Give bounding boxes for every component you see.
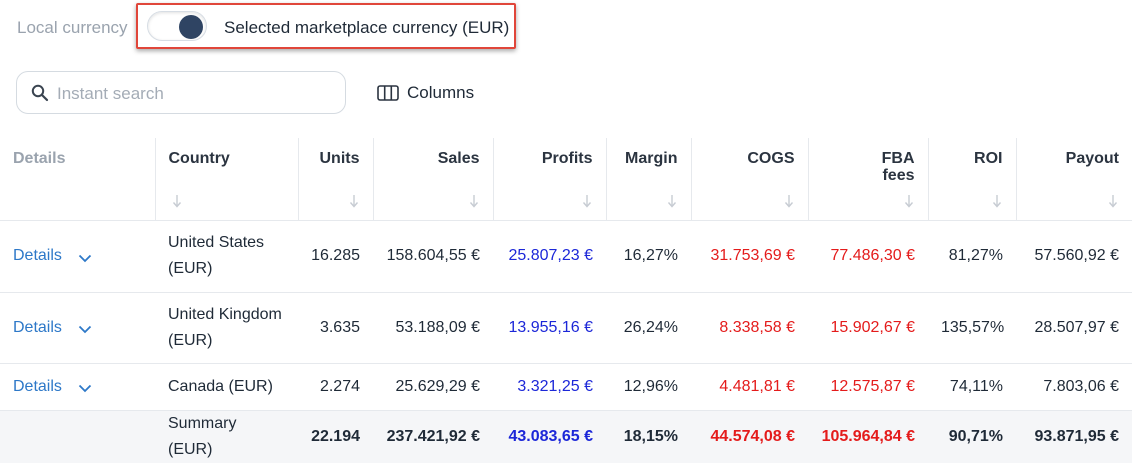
- sort-arrow-icon[interactable]: [469, 194, 479, 208]
- sort-arrow-icon[interactable]: [1108, 194, 1118, 208]
- sort-arrow-icon[interactable]: [582, 194, 592, 208]
- sort-arrow-icon[interactable]: [172, 194, 182, 208]
- margin-cell: 26,24%: [606, 292, 691, 364]
- header-country-label: Country: [168, 150, 230, 167]
- profits-cell: 3.321,25 €: [493, 363, 606, 411]
- sort-arrow-icon[interactable]: [349, 194, 359, 208]
- sort-arrow-icon[interactable]: [904, 194, 914, 208]
- sales-cell: 158.604,55 €: [373, 220, 493, 293]
- roi-cell: 135,57%: [928, 292, 1016, 364]
- fba-fees-cell: 77.486,30 €: [808, 220, 928, 293]
- header-details-label: Details: [13, 150, 66, 167]
- sort-arrow-icon[interactable]: [667, 194, 677, 208]
- units-cell: 3.635: [298, 292, 373, 364]
- currency-toggle-highlight: Selected marketplace currency (EUR): [136, 3, 516, 49]
- header-payout-label: Payout: [1065, 150, 1119, 167]
- profits-cell: 25.807,23 €: [493, 220, 606, 293]
- fba-fees-cell: 12.575,87 €: [808, 363, 928, 411]
- profits-cell: 13.955,16 €: [493, 292, 606, 364]
- columns-icon: [377, 85, 399, 101]
- header-units[interactable]: Units: [298, 138, 374, 221]
- header-sales-label: Sales: [437, 150, 480, 167]
- columns-button[interactable]: Columns: [377, 82, 474, 104]
- details-link-label: Details: [13, 377, 62, 395]
- currency-toggle-row: Local currency Selected marketplace curr…: [0, 0, 1132, 56]
- chevron-down-icon: [78, 325, 92, 334]
- details-link-label: Details: [13, 247, 62, 264]
- cogs-cell: 4.481,81 €: [691, 363, 808, 411]
- currency-toggle-switch[interactable]: [147, 11, 207, 41]
- sort-arrow-icon[interactable]: [784, 194, 794, 208]
- header-details: Details: [0, 138, 156, 221]
- search-icon: [31, 84, 49, 102]
- header-cogs-label: COGS: [747, 150, 795, 167]
- table-row: Details United Kingdom (EUR) 3.635 53.18…: [0, 292, 1132, 364]
- search-input[interactable]: [55, 81, 339, 107]
- toggle-knob: [179, 15, 203, 39]
- units-cell: 2.274: [298, 363, 373, 411]
- header-margin-label: Margin: [625, 150, 678, 167]
- header-units-label: Units: [319, 150, 360, 167]
- table-row: Details Canada (EUR) 2.274 25.629,29 € 3…: [0, 363, 1132, 411]
- roi-cell: 74,11%: [928, 363, 1016, 411]
- roi-cell: 81,27%: [928, 220, 1016, 293]
- units-cell: 16.285: [298, 220, 373, 293]
- payout-cell: 28.507,97 €: [1016, 292, 1132, 364]
- header-fba-fees-label: FBA fees: [881, 150, 915, 184]
- header-country[interactable]: Country: [155, 138, 299, 221]
- header-margin[interactable]: Margin: [606, 138, 692, 221]
- header-profits[interactable]: Profits: [493, 138, 607, 221]
- header-cogs[interactable]: COGS: [691, 138, 809, 221]
- payout-cell: 7.803,06 €: [1016, 363, 1132, 411]
- search-box: [16, 71, 346, 114]
- cogs-cell: 31.753,69 €: [691, 220, 808, 293]
- country-cell: United Kingdom (EUR): [155, 292, 298, 364]
- details-toggle[interactable]: Details: [0, 247, 155, 265]
- country-cell: Canada (EUR): [155, 363, 298, 411]
- header-roi[interactable]: ROI: [928, 138, 1017, 221]
- country-cell: United States (EUR): [155, 220, 298, 293]
- sales-cell: 53.188,09 €: [373, 292, 493, 364]
- marketplace-currency-label[interactable]: Selected marketplace currency (EUR): [224, 18, 509, 38]
- details-toggle[interactable]: Details: [0, 319, 155, 337]
- details-link-label: Details: [13, 318, 62, 336]
- table-header-row: Details Country Units Sales Profits Marg…: [0, 138, 1132, 221]
- local-currency-label[interactable]: Local currency: [17, 18, 128, 38]
- sales-cell: 25.629,29 €: [373, 363, 493, 411]
- cogs-cell: 8.338,58 €: [691, 292, 808, 364]
- header-sales[interactable]: Sales: [373, 138, 494, 221]
- margin-cell: 16,27%: [606, 220, 691, 293]
- header-roi-label: ROI: [974, 150, 1003, 167]
- header-profits-label: Profits: [541, 150, 593, 167]
- table-row: Details United States (EUR) 16.285 158.6…: [0, 220, 1132, 293]
- fba-fees-cell: 15.902,67 €: [808, 292, 928, 364]
- header-fba-fees[interactable]: FBA fees: [808, 138, 929, 221]
- details-toggle[interactable]: Details: [0, 378, 155, 396]
- sort-arrow-icon[interactable]: [992, 194, 1002, 208]
- margin-cell: 12,96%: [606, 363, 691, 411]
- columns-label: Columns: [407, 83, 475, 102]
- chevron-down-icon: [78, 254, 92, 262]
- header-payout[interactable]: Payout: [1016, 138, 1132, 221]
- country-table: Details Country Units Sales Profits Marg…: [0, 138, 1132, 463]
- payout-cell: 57.560,92 €: [1016, 220, 1132, 293]
- chevron-down-icon: [78, 384, 92, 393]
